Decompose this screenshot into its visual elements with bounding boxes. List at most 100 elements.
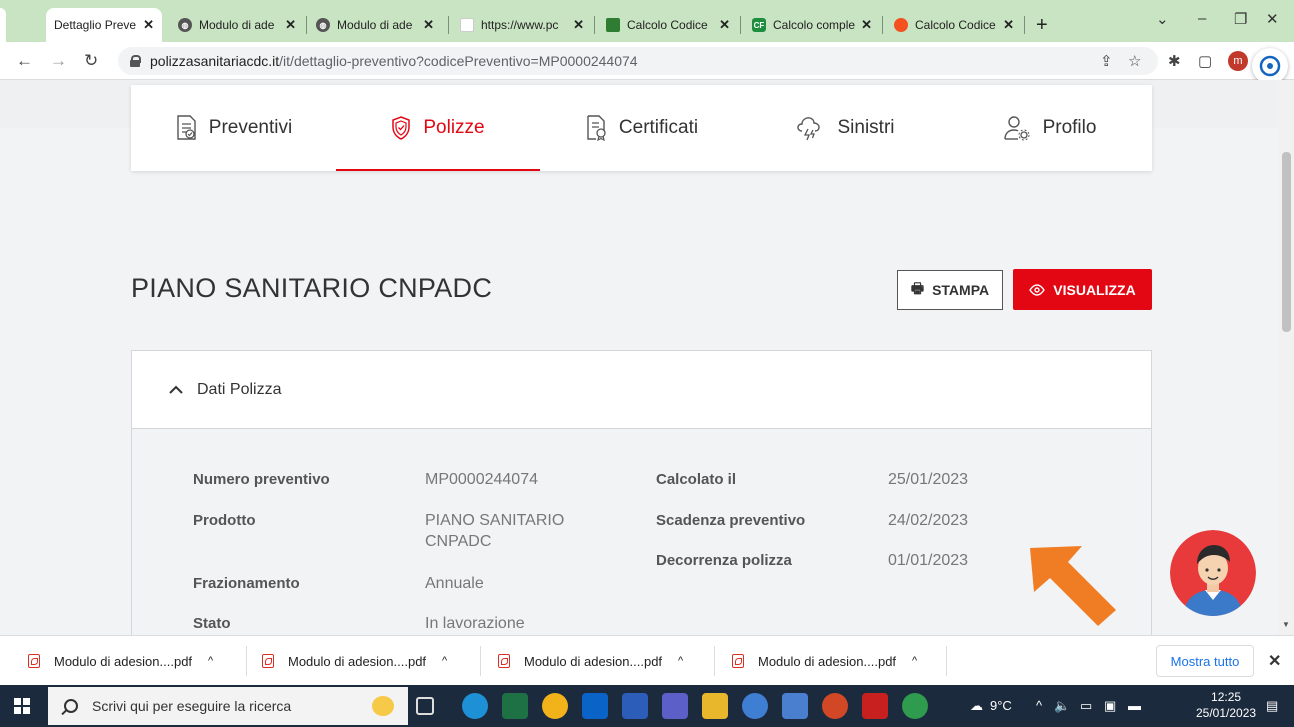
chatbot-avatar[interactable] xyxy=(1170,530,1256,616)
profile-avatar[interactable]: m xyxy=(1228,51,1248,71)
main-navigation: Preventivi Polizze Certificati Sinistri … xyxy=(131,85,1152,171)
orange-circle-icon xyxy=(894,18,908,32)
download-item[interactable]: Modulo di adesion....pdf ^ xyxy=(498,636,683,686)
reload-icon[interactable]: ↻ xyxy=(84,51,98,71)
tab-title: Dettaglio Preve xyxy=(54,18,137,32)
url-input[interactable]: polizzasanitariacdc.it/it/dettaglio-prev… xyxy=(118,47,1158,75)
weather-icon[interactable]: ☁ xyxy=(970,698,983,714)
tab-modulo-1[interactable]: ◍ Modulo di ade ✕ xyxy=(170,8,304,42)
bookmark-star-icon[interactable]: ☆ xyxy=(1128,52,1141,70)
tab-dettaglio-preventivo[interactable]: Dettaglio Preve ✕ xyxy=(46,8,162,42)
forward-icon[interactable]: → xyxy=(50,51,67,71)
chevron-up-icon[interactable]: ^ xyxy=(678,655,683,667)
close-icon[interactable]: ✕ xyxy=(1003,17,1014,33)
print-button[interactable]: 🖶 STAMPA xyxy=(897,270,1003,310)
nav-label: Profilo xyxy=(1042,117,1097,138)
word-icon[interactable] xyxy=(622,693,648,719)
scroll-down-icon[interactable]: ▼ xyxy=(1282,620,1290,629)
tab-modulo-2[interactable]: ◍ Modulo di ade ✕ xyxy=(308,8,442,42)
chevron-up-icon[interactable]: ^ xyxy=(442,655,447,667)
tab-calcolo-codice-1[interactable]: Calcolo Codice ✕ xyxy=(598,8,738,42)
file-explorer-icon[interactable] xyxy=(702,693,728,719)
field-value-prodotto-line2: CNPADC xyxy=(425,533,492,550)
globe-icon: ◍ xyxy=(178,18,192,32)
tray-chevron-icon[interactable]: ^ xyxy=(1036,698,1042,713)
tab-calcolo-completo[interactable]: CF Calcolo comple ✕ xyxy=(744,8,880,42)
tab-title: Modulo di ade xyxy=(199,18,275,32)
download-item[interactable]: Modulo di adesion....pdf ^ xyxy=(262,636,447,686)
outlook-icon[interactable] xyxy=(582,693,608,719)
browser-tab-bar: Dettaglio Preve ✕ ◍ Modulo di ade ✕ ◍ Mo… xyxy=(0,0,1294,42)
download-item[interactable]: Modulo di adesion....pdf ^ xyxy=(732,636,917,686)
blank-page-icon xyxy=(460,18,474,32)
powerpoint-icon[interactable] xyxy=(822,693,848,719)
excel-icon[interactable] xyxy=(502,693,528,719)
tab-url[interactable]: https://www.pc ✕ xyxy=(452,8,592,42)
cf-icon: CF xyxy=(752,18,766,32)
tab-edge xyxy=(0,8,6,42)
nav-item-polizze[interactable]: Polizze xyxy=(336,85,540,171)
network-icon[interactable]: ▭ xyxy=(1080,698,1092,714)
screen-icon[interactable]: ▣ xyxy=(1104,698,1116,714)
downloads-bar: Modulo di adesion....pdf ^ Modulo di ade… xyxy=(0,635,1294,685)
minimize-icon[interactable]: – xyxy=(1198,10,1206,27)
nav-item-certificati[interactable]: Certificati xyxy=(540,85,743,171)
close-icon[interactable]: ✕ xyxy=(573,17,584,33)
chrome-icon[interactable] xyxy=(542,693,568,719)
extensions-icon[interactable]: ✱ xyxy=(1168,52,1181,70)
acrobat-icon[interactable] xyxy=(862,693,888,719)
field-label-calcolato-il: Calcolato il xyxy=(656,471,737,488)
field-label-scadenza-preventivo: Scadenza preventivo xyxy=(656,512,806,529)
scrollbar-thumb[interactable] xyxy=(1282,152,1291,332)
dati-polizza-panel: Dati Polizza Numero preventivo MP0000244… xyxy=(131,350,1152,635)
close-icon[interactable]: ✕ xyxy=(861,17,872,33)
nav-item-preventivi[interactable]: Preventivi xyxy=(131,85,336,171)
page-scrollbar[interactable]: ▼ xyxy=(1278,80,1294,635)
field-label-prodotto: Prodotto xyxy=(193,512,256,529)
new-tab-button[interactable]: + xyxy=(1036,14,1048,37)
nav-label: Certificati xyxy=(618,117,699,138)
view-button[interactable]: VISUALIZZA xyxy=(1013,269,1152,310)
side-panel-icon[interactable]: ▢ xyxy=(1198,52,1212,70)
globe-icon: ◍ xyxy=(316,18,330,32)
close-icon[interactable]: ✕ xyxy=(719,17,730,33)
close-icon[interactable]: ✕ xyxy=(285,17,296,33)
back-icon[interactable]: ← xyxy=(16,51,33,71)
share-icon[interactable]: ⇪ xyxy=(1100,52,1113,70)
notifications-icon[interactable]: ▤ xyxy=(1266,698,1278,714)
close-downloads-icon[interactable]: ✕ xyxy=(1268,651,1281,671)
taskbar-search-input[interactable]: Scrivi qui per eseguire la ricerca xyxy=(48,687,408,725)
dati-polizza-header[interactable]: Dati Polizza xyxy=(132,351,1151,429)
field-label-numero-preventivo: Numero preventivo xyxy=(193,471,330,488)
weather-temp[interactable]: 9°C xyxy=(990,698,1012,713)
tab-separator xyxy=(306,16,307,34)
print-button-label: STAMPA xyxy=(932,282,990,298)
browser-app-icon[interactable] xyxy=(742,693,768,719)
download-item[interactable]: Modulo di adesion....pdf ^ xyxy=(28,636,213,686)
close-icon[interactable]: ✕ xyxy=(423,17,434,33)
eye-icon xyxy=(1029,283,1046,296)
tab-calcolo-codice-2[interactable]: Calcolo Codice ✕ xyxy=(886,8,1022,42)
task-view-icon[interactable] xyxy=(416,697,434,715)
window-close-icon[interactable]: ✕ xyxy=(1266,10,1279,28)
volume-icon[interactable]: 🔈 xyxy=(1054,698,1070,714)
tab-title: Calcolo Codice xyxy=(627,18,708,32)
battery-icon[interactable]: ▬ xyxy=(1128,698,1141,713)
windows-start-icon[interactable] xyxy=(14,698,30,714)
taskbar-clock[interactable]: 12:25 25/01/2023 xyxy=(1196,689,1256,721)
tab-search-icon[interactable]: ⌄ xyxy=(1156,10,1169,28)
teams-icon[interactable] xyxy=(662,693,688,719)
close-icon[interactable]: ✕ xyxy=(143,17,154,33)
notes-app-icon[interactable] xyxy=(782,693,808,719)
chat-extension-icon[interactable] xyxy=(1252,48,1288,84)
url-host: polizzasanitariacdc.it xyxy=(150,53,280,69)
chevron-up-icon[interactable]: ^ xyxy=(208,655,213,667)
printer-icon: 🖶 xyxy=(910,280,925,296)
show-all-downloads-button[interactable]: Mostra tutto xyxy=(1156,645,1254,677)
nav-item-sinistri[interactable]: Sinistri xyxy=(743,85,947,171)
chrome-profile-icon[interactable] xyxy=(902,693,928,719)
nav-item-profilo[interactable]: Profilo xyxy=(947,85,1152,171)
restore-icon[interactable]: ❐ xyxy=(1234,10,1247,28)
edge-icon[interactable] xyxy=(462,693,488,719)
chevron-up-icon[interactable]: ^ xyxy=(912,655,917,667)
